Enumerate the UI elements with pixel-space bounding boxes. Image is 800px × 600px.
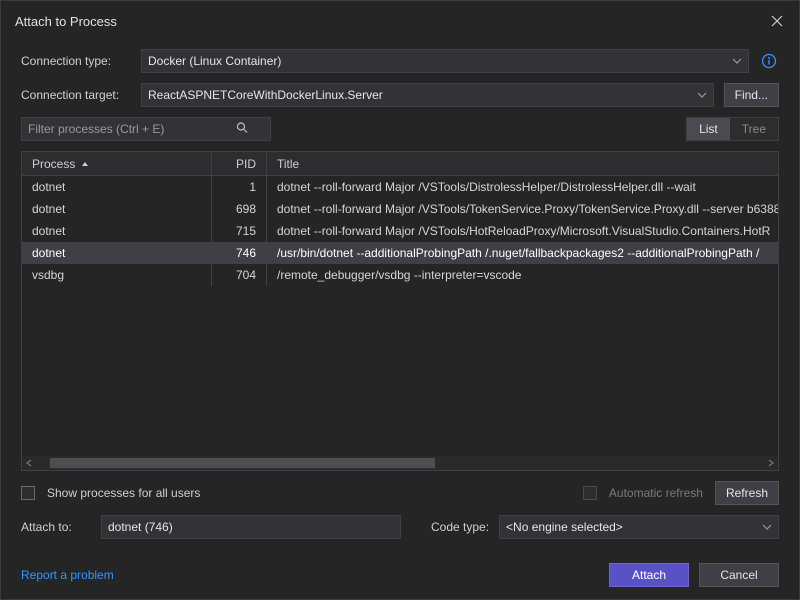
- cell-pid: 746: [212, 242, 267, 264]
- code-type-value: <No engine selected>: [506, 520, 623, 534]
- attach-to-label: Attach to:: [21, 520, 91, 534]
- table-row[interactable]: dotnet715dotnet --roll-forward Major /VS…: [22, 220, 778, 242]
- cell-process: dotnet: [22, 242, 212, 264]
- connection-type-row: Connection type: Docker (Linux Container…: [21, 49, 779, 73]
- cell-process: vsdbg: [22, 264, 212, 286]
- table-row[interactable]: dotnet698dotnet --roll-forward Major /VS…: [22, 198, 778, 220]
- table-row[interactable]: vsdbg704/remote_debugger/vsdbg --interpr…: [22, 264, 778, 286]
- automatic-refresh-checkbox[interactable]: [583, 486, 597, 500]
- cell-pid: 1: [212, 176, 267, 198]
- cell-pid: 698: [212, 198, 267, 220]
- dialog-title: Attach to Process: [15, 14, 117, 29]
- filter-input[interactable]: Filter processes (Ctrl + E): [21, 117, 271, 141]
- cancel-button[interactable]: Cancel: [699, 563, 779, 587]
- view-list-button[interactable]: List: [687, 118, 730, 140]
- attach-to-field[interactable]: dotnet (746): [101, 515, 401, 539]
- connection-target-combo[interactable]: ReactASPNETCoreWithDockerLinux.Server: [141, 83, 714, 107]
- search-icon: [236, 122, 248, 137]
- cell-title: dotnet --roll-forward Major /VSTools/Tok…: [267, 198, 778, 220]
- connection-target-value: ReactASPNETCoreWithDockerLinux.Server: [148, 88, 383, 102]
- cell-title: /remote_debugger/vsdbg --interpreter=vsc…: [267, 264, 778, 286]
- report-problem-link[interactable]: Report a problem: [21, 568, 114, 582]
- find-button[interactable]: Find...: [724, 83, 779, 107]
- filter-placeholder: Filter processes (Ctrl + E): [28, 122, 164, 136]
- cell-pid: 715: [212, 220, 267, 242]
- show-all-users-checkbox[interactable]: [21, 486, 35, 500]
- column-title[interactable]: Title: [267, 152, 778, 175]
- close-button[interactable]: [765, 9, 789, 33]
- action-buttons: Attach Cancel: [609, 563, 779, 587]
- connection-type-label: Connection type:: [21, 54, 131, 68]
- column-title-label: Title: [277, 157, 299, 171]
- column-pid[interactable]: PID: [212, 152, 267, 175]
- cell-title: /usr/bin/dotnet --additionalProbingPath …: [267, 242, 778, 264]
- options-row: Show processes for all users Automatic r…: [21, 481, 779, 505]
- view-toggle: List Tree: [686, 117, 779, 141]
- chevron-down-icon: [762, 522, 772, 532]
- automatic-refresh-label: Automatic refresh: [609, 486, 703, 500]
- attach-row: Attach to: dotnet (746) Code type: <No e…: [21, 515, 779, 539]
- close-icon: [771, 15, 783, 27]
- connection-target-row: Connection target: ReactASPNETCoreWithDo…: [21, 83, 779, 107]
- cell-process: dotnet: [22, 198, 212, 220]
- scroll-thumb[interactable]: [50, 458, 435, 468]
- info-icon[interactable]: [759, 51, 779, 71]
- dialog-body: Connection type: Docker (Linux Container…: [1, 41, 799, 599]
- column-process-label: Process: [32, 157, 75, 171]
- code-type-label: Code type:: [431, 520, 489, 534]
- refresh-button[interactable]: Refresh: [715, 481, 779, 505]
- cell-title: dotnet --roll-forward Major /VSTools/Dis…: [267, 176, 778, 198]
- filter-row: Filter processes (Ctrl + E) List Tree: [21, 117, 779, 141]
- scroll-track: [50, 458, 750, 468]
- column-pid-label: PID: [236, 157, 256, 171]
- chevron-down-icon: [732, 56, 742, 66]
- sort-asc-icon: [81, 160, 89, 168]
- cell-process: dotnet: [22, 176, 212, 198]
- attach-to-value: dotnet (746): [108, 520, 173, 534]
- connection-type-combo[interactable]: Docker (Linux Container): [141, 49, 749, 73]
- column-process[interactable]: Process: [22, 152, 212, 175]
- titlebar: Attach to Process: [1, 1, 799, 41]
- attach-to-process-dialog: Attach to Process Connection type: Docke…: [0, 0, 800, 600]
- table-row[interactable]: dotnet746/usr/bin/dotnet --additionalPro…: [22, 242, 778, 264]
- table-row[interactable]: dotnet1dotnet --roll-forward Major /VSTo…: [22, 176, 778, 198]
- scroll-left-icon: [22, 456, 36, 470]
- cell-title: dotnet --roll-forward Major /VSTools/Hot…: [267, 220, 778, 242]
- chevron-down-icon: [697, 90, 707, 100]
- process-table: Process PID Title dotnet1dotnet --roll-f…: [21, 151, 779, 471]
- cell-pid: 704: [212, 264, 267, 286]
- view-tree-button[interactable]: Tree: [730, 118, 778, 140]
- table-body: dotnet1dotnet --roll-forward Major /VSTo…: [22, 176, 778, 456]
- table-header: Process PID Title: [22, 152, 778, 176]
- show-all-users-label: Show processes for all users: [47, 486, 200, 500]
- horizontal-scrollbar[interactable]: [22, 456, 778, 470]
- connection-type-value: Docker (Linux Container): [148, 54, 281, 68]
- cell-process: dotnet: [22, 220, 212, 242]
- attach-button[interactable]: Attach: [609, 563, 689, 587]
- footer: Report a problem Attach Cancel: [21, 549, 779, 587]
- connection-target-label: Connection target:: [21, 88, 131, 102]
- scroll-right-icon: [764, 456, 778, 470]
- code-type-combo[interactable]: <No engine selected>: [499, 515, 779, 539]
